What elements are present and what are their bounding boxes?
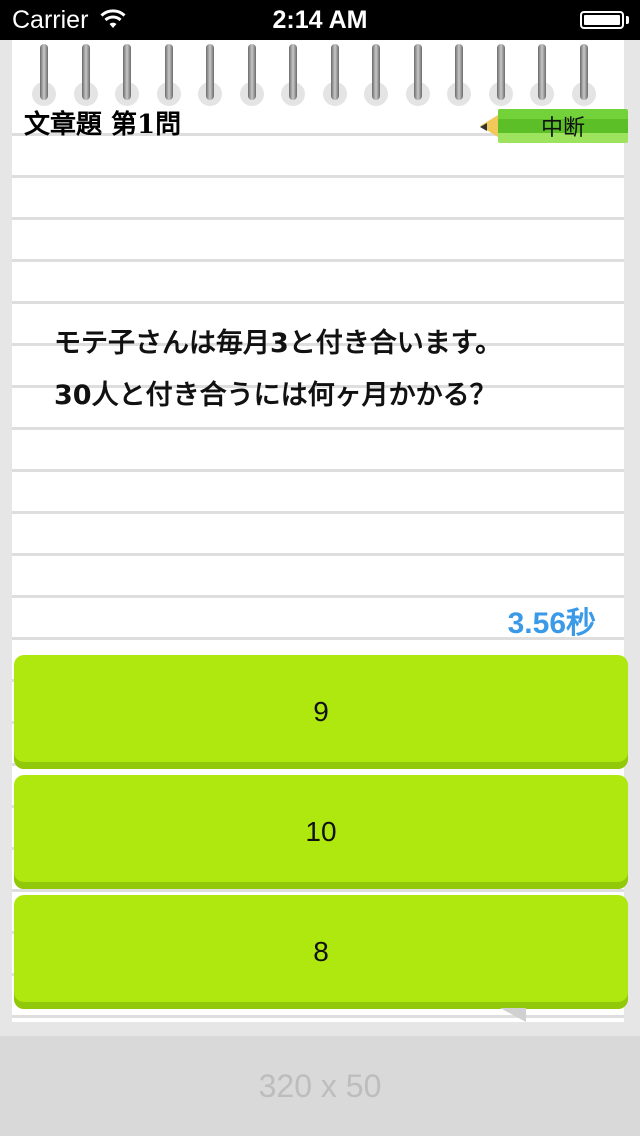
answer-button-3[interactable]: 8 xyxy=(14,895,628,1009)
answer-label: 9 xyxy=(313,696,329,727)
status-bar: Carrier 2:14 AM xyxy=(0,0,640,40)
spiral-ring xyxy=(81,44,90,100)
spiral-ring xyxy=(40,44,48,100)
spiral-ring xyxy=(455,44,463,100)
page-curl xyxy=(500,1008,526,1022)
battery-icon xyxy=(580,11,624,29)
pencil-lead-icon xyxy=(480,123,487,131)
elapsed-timer: 3.56秒 xyxy=(507,607,596,640)
ruled-line xyxy=(12,175,624,178)
spiral-ring xyxy=(330,44,339,100)
ruled-line xyxy=(12,469,624,472)
clock: 2:14 AM xyxy=(272,6,368,34)
answer-label: 10 xyxy=(305,816,337,847)
ruled-line xyxy=(12,889,624,892)
answer-button-1[interactable]: 9 xyxy=(14,655,628,769)
ruled-line xyxy=(12,259,624,262)
spiral-ring xyxy=(123,44,131,100)
answer-label: 8 xyxy=(313,936,329,967)
spiral-ring xyxy=(413,44,422,100)
pause-button[interactable]: 中断 xyxy=(480,109,628,143)
ruled-line xyxy=(12,511,624,514)
ruled-line xyxy=(12,1015,624,1018)
ruled-line xyxy=(12,217,624,220)
spiral-ring xyxy=(164,44,173,100)
spiral-ring xyxy=(372,44,380,100)
pause-button-label: 中断 xyxy=(498,109,628,143)
spiral-ring xyxy=(247,44,256,100)
ruled-line xyxy=(12,301,624,304)
ad-banner[interactable]: 320 x 50 xyxy=(0,1036,640,1136)
spiral-ring xyxy=(496,44,505,100)
ad-size-label: 320 x 50 xyxy=(258,1067,382,1104)
question-line-1: モテ子さんは毎月3と付き合います。 xyxy=(54,328,503,359)
question-line-2: 30人と付き合うには何ヶ月かかる？ xyxy=(54,380,497,411)
spiral-ring xyxy=(579,44,588,100)
ruled-line xyxy=(12,553,624,556)
battery-tip xyxy=(626,16,629,24)
ruled-line xyxy=(12,427,624,430)
spiral-ring xyxy=(206,44,214,100)
answer-button-2[interactable]: 10 xyxy=(14,775,628,889)
spiral-ring xyxy=(538,44,546,100)
spiral-ring xyxy=(289,44,297,100)
quiz-title: 文章題 第1問 xyxy=(24,110,182,140)
question-text: モテ子さんは毎月3と付き合います。 30人と付き合うには何ヶ月かかる？ xyxy=(54,318,614,422)
